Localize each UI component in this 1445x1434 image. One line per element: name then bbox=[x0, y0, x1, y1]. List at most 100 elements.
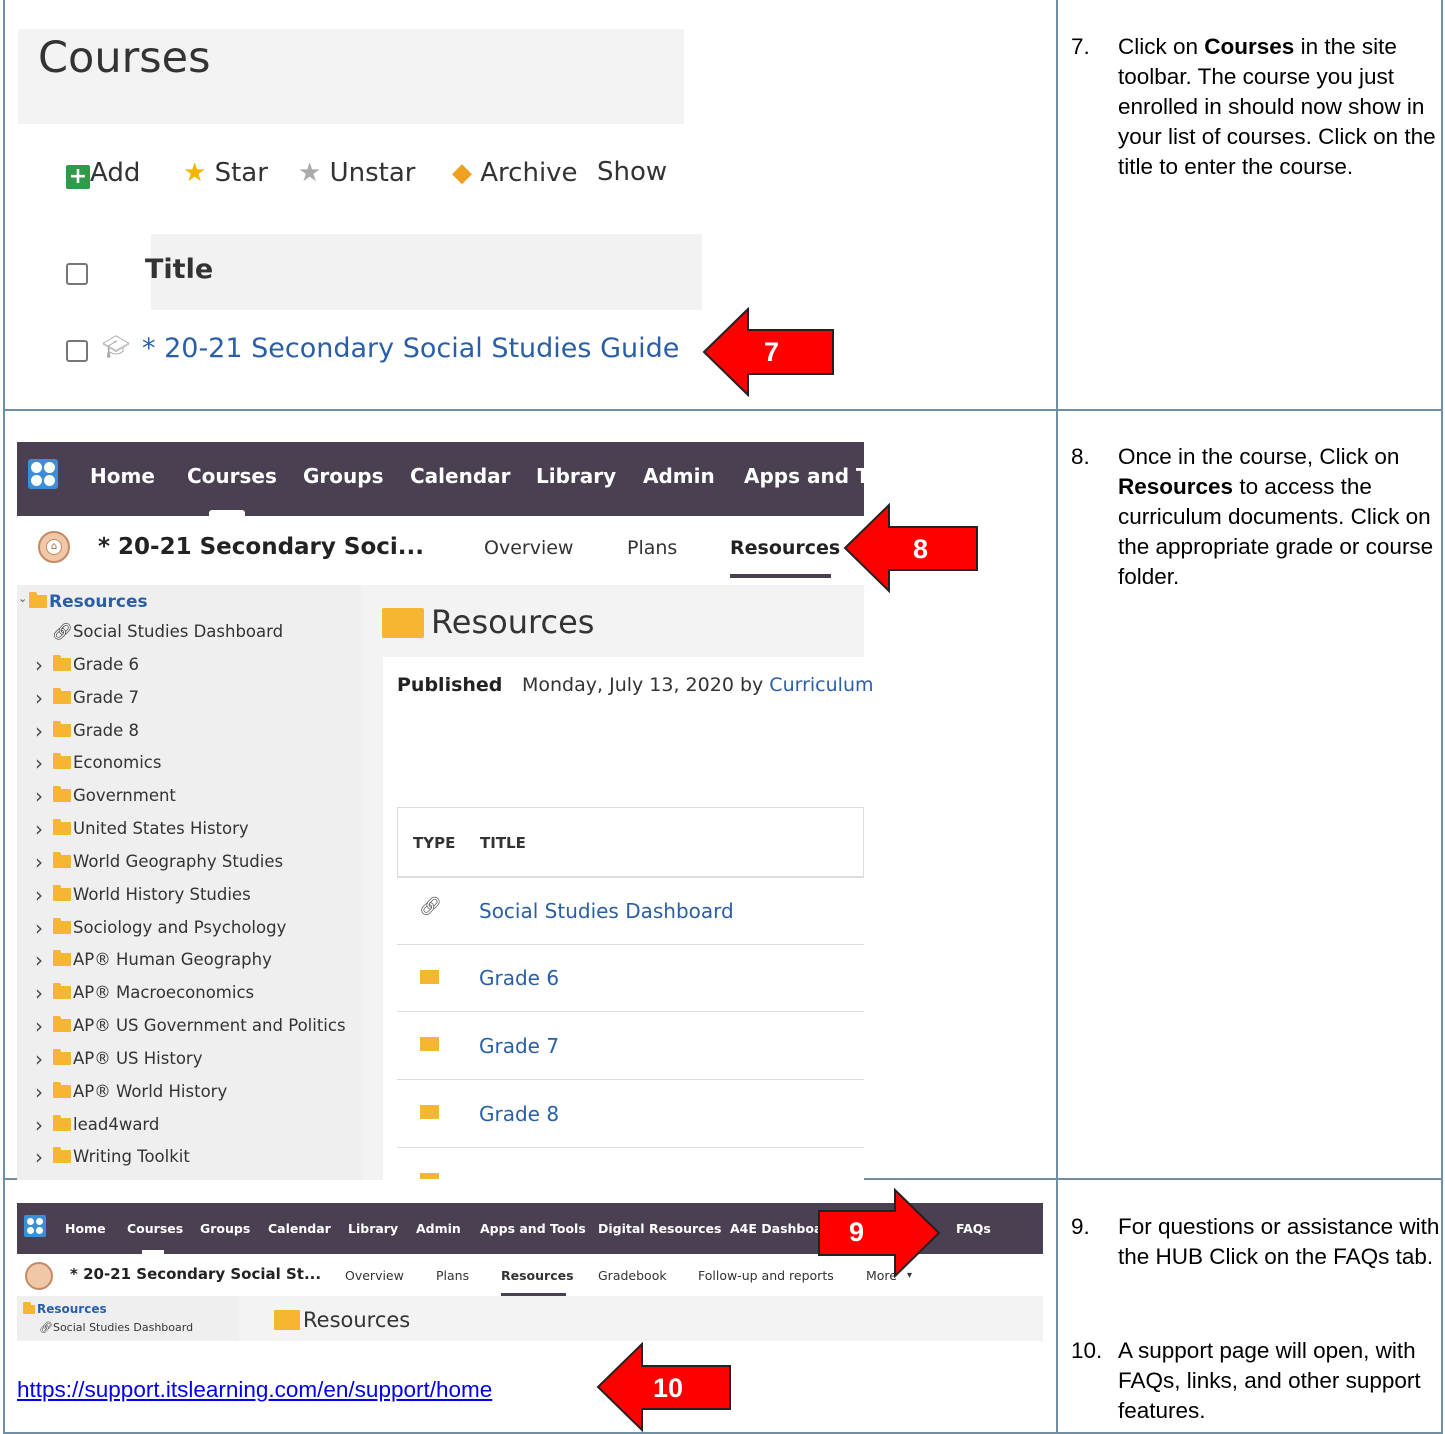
tree-folder-item[interactable]: World History Studies bbox=[53, 885, 251, 904]
chevron-right-icon[interactable]: › bbox=[35, 918, 43, 938]
link-icon: 🔗︎ bbox=[52, 622, 73, 641]
tree-folder-item[interactable]: AP® US History bbox=[53, 1049, 202, 1068]
folder-large-icon bbox=[274, 1310, 300, 1330]
tree-folder-item[interactable]: United States History bbox=[53, 819, 249, 838]
chevron-right-icon[interactable]: › bbox=[35, 983, 43, 1003]
tab3-item[interactable]: Overview bbox=[345, 1268, 404, 1283]
nav3-item[interactable]: A4E Dashboar bbox=[730, 1221, 829, 1236]
table-row[interactable]: Grade 7 bbox=[397, 1011, 864, 1079]
nav3-item[interactable]: Home bbox=[65, 1221, 106, 1236]
nav-library[interactable]: Library bbox=[536, 464, 616, 488]
col-type: TYPE bbox=[413, 834, 456, 852]
folder-icon bbox=[420, 1173, 439, 1179]
chevron-right-icon[interactable]: › bbox=[35, 721, 43, 741]
table-row[interactable]: Grade 8 bbox=[397, 1079, 864, 1147]
folder-icon bbox=[53, 918, 71, 934]
chevron-right-icon[interactable]: › bbox=[35, 786, 43, 806]
course-icon: ⌂ bbox=[38, 531, 70, 563]
tree-folder-item[interactable]: lead4ward bbox=[53, 1115, 159, 1134]
select-all-checkbox[interactable] bbox=[66, 263, 88, 285]
chevron-right-icon[interactable]: › bbox=[35, 753, 43, 773]
nav3-item[interactable]: Digital Resources bbox=[598, 1221, 721, 1236]
tree-folder-item[interactable]: AP® World History bbox=[53, 1082, 227, 1101]
nav-groups[interactable]: Groups bbox=[303, 464, 383, 488]
tree-dashboard[interactable]: 🔗︎Social Studies Dashboard bbox=[39, 1321, 193, 1334]
arrow-label: 8 bbox=[913, 534, 929, 564]
tree-folder-item[interactable]: Sociology and Psychology bbox=[53, 918, 286, 937]
nav3-item[interactable]: Library bbox=[348, 1221, 398, 1236]
tree-dashboard[interactable]: 🔗︎Social Studies Dashboard bbox=[52, 622, 283, 642]
course-title: * 20-21 Secondary Social St... bbox=[70, 1265, 322, 1283]
tab-plans[interactable]: Plans bbox=[627, 537, 677, 559]
column-title: Title bbox=[145, 254, 214, 285]
show-button[interactable]: Show bbox=[597, 157, 667, 187]
nav3-item[interactable]: Courses bbox=[127, 1221, 183, 1236]
add-button[interactable]: + Add bbox=[66, 158, 140, 189]
tree-folder-item[interactable]: Grade 7 bbox=[53, 688, 139, 707]
tab-underline bbox=[730, 574, 831, 578]
table-row[interactable]: Grade 6 bbox=[397, 944, 864, 1011]
chevron-right-icon[interactable]: › bbox=[35, 1115, 43, 1135]
arrow-label: 10 bbox=[653, 1373, 684, 1403]
nav3-item[interactable]: Admin bbox=[416, 1221, 461, 1236]
step-text: A support page will open, with FAQs, lin… bbox=[1118, 1338, 1421, 1423]
nav3-item[interactable]: Calendar bbox=[268, 1221, 331, 1236]
tab-overview[interactable]: Overview bbox=[484, 537, 573, 559]
tree-folder-item[interactable]: AP® Macroeconomics bbox=[53, 983, 254, 1002]
tree-folder-item[interactable]: World Geography Studies bbox=[53, 852, 283, 871]
author-link[interactable]: Curriculum bbox=[769, 674, 873, 696]
folder-icon bbox=[53, 753, 71, 769]
step-number: 9. bbox=[1071, 1214, 1090, 1239]
nav-calendar[interactable]: Calendar bbox=[410, 464, 511, 488]
page-title: Courses bbox=[38, 33, 211, 83]
archive-button[interactable]: ◆ Archive bbox=[452, 158, 578, 188]
step-number: 7. bbox=[1071, 34, 1090, 59]
step-text: Click on bbox=[1118, 34, 1205, 59]
graduation-cap-icon: 🎓︎ bbox=[102, 335, 130, 360]
nav3-item[interactable]: Apps and Tools bbox=[480, 1221, 586, 1236]
tree-root[interactable]: Resources bbox=[23, 1302, 107, 1316]
tree-folder-item[interactable]: Grade 6 bbox=[53, 655, 139, 674]
folder-icon bbox=[53, 786, 71, 802]
chevron-right-icon[interactable]: › bbox=[35, 852, 43, 872]
tab-resources[interactable]: Resources bbox=[730, 537, 840, 559]
table-row[interactable]: 🔗︎ Social Studies Dashboard bbox=[397, 877, 864, 944]
chevron-right-icon[interactable]: › bbox=[35, 885, 43, 905]
tree-root[interactable]: Resources bbox=[29, 592, 148, 612]
tab3-item[interactable]: Gradebook bbox=[598, 1268, 667, 1283]
tree-folder-item[interactable]: Government bbox=[53, 786, 176, 805]
chevron-right-icon[interactable]: › bbox=[35, 688, 43, 708]
nav3-item[interactable]: Groups bbox=[200, 1221, 250, 1236]
resource-tree: ⌄ Resources 🔗︎Social Studies Dashboard ›… bbox=[17, 585, 362, 1180]
tab3-item[interactable]: Plans bbox=[436, 1268, 469, 1283]
chevron-right-icon[interactable]: › bbox=[35, 819, 43, 839]
support-link[interactable]: https://support.itslearning.com/en/suppo… bbox=[17, 1377, 492, 1403]
tab3-item[interactable]: Follow-up and reports bbox=[698, 1268, 834, 1283]
tree-folder-item[interactable]: Writing Toolkit bbox=[53, 1147, 190, 1166]
tree-folder-item[interactable]: AP® US Government and Politics bbox=[53, 1016, 346, 1035]
step-number: 8. bbox=[1071, 444, 1090, 469]
folder-icon bbox=[53, 1082, 71, 1098]
chevron-right-icon[interactable]: › bbox=[35, 950, 43, 970]
chevron-right-icon[interactable]: › bbox=[35, 1082, 43, 1102]
unstar-button[interactable]: ★ Unstar bbox=[298, 158, 415, 188]
nav-home[interactable]: Home bbox=[90, 464, 155, 488]
chevron-right-icon[interactable]: › bbox=[35, 1147, 43, 1167]
tree-folder-item[interactable]: Grade 8 bbox=[53, 721, 139, 740]
row-divider bbox=[3, 409, 1443, 411]
callout-arrow-7: 7 bbox=[702, 307, 836, 397]
course-link[interactable]: * 20-21 Secondary Social Studies Guide bbox=[142, 333, 679, 364]
course-checkbox[interactable] bbox=[66, 340, 88, 362]
tab3-item[interactable]: Resources bbox=[501, 1268, 574, 1283]
chevron-right-icon[interactable]: › bbox=[35, 1049, 43, 1069]
tree-folder-item[interactable]: AP® Human Geography bbox=[53, 950, 272, 969]
star-button[interactable]: ★ Star bbox=[183, 158, 268, 188]
nav-apps[interactable]: Apps and To bbox=[744, 464, 881, 488]
folder-icon bbox=[420, 1037, 439, 1051]
chevron-right-icon[interactable]: › bbox=[35, 1016, 43, 1036]
nav3-item[interactable]: FAQs bbox=[956, 1221, 991, 1236]
tree-folder-item[interactable]: Economics bbox=[53, 753, 161, 772]
chevron-right-icon[interactable]: › bbox=[35, 655, 43, 675]
nav-courses[interactable]: Courses bbox=[187, 464, 277, 488]
nav-admin[interactable]: Admin bbox=[643, 464, 715, 488]
